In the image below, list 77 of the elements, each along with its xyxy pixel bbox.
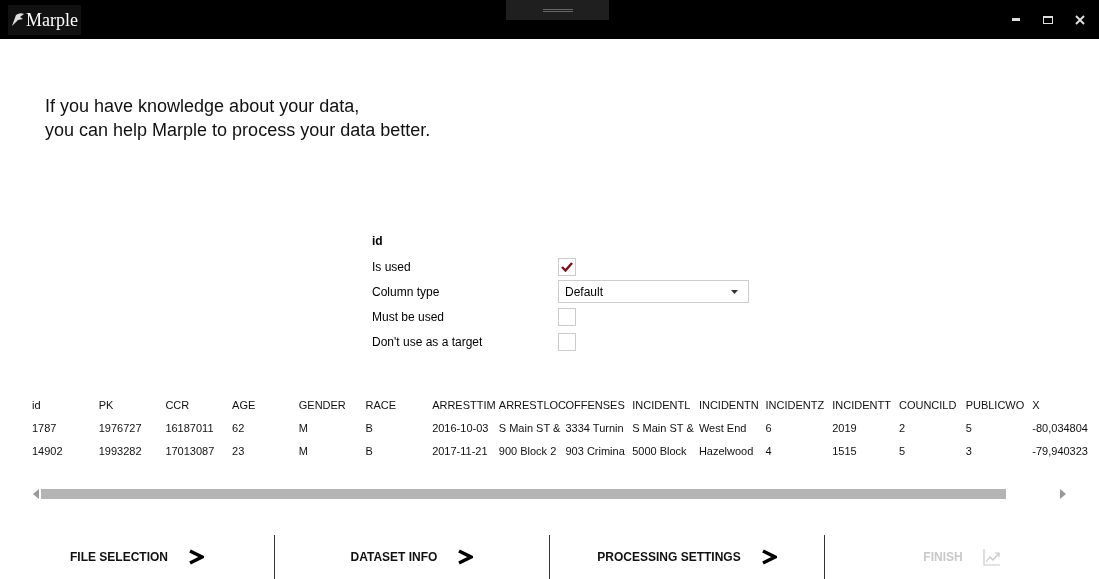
table-cell-text: 2017-11-21 bbox=[432, 444, 489, 460]
chevron-right-icon bbox=[760, 549, 777, 565]
table-cell-text: 2016-10-03 bbox=[432, 421, 490, 437]
table-cell-text: 903 Crimina bbox=[565, 444, 626, 460]
column-header[interactable]: AGE bbox=[232, 397, 299, 414]
column-type-dropdown[interactable]: Default bbox=[558, 280, 749, 303]
intro-text: If you have knowledge about your data, bbox=[45, 95, 360, 118]
column-header[interactable]: ARRESTLOC bbox=[498, 397, 566, 414]
field-label: Column type bbox=[372, 283, 441, 301]
column-header[interactable]: PUBLICWO bbox=[965, 397, 1033, 414]
column-header[interactable]: CCR bbox=[165, 397, 233, 414]
table-cell-text: 3334 Turnin bbox=[565, 421, 625, 437]
table-cell-text: Hazelwood bbox=[698, 444, 755, 460]
table-cell-text: 5 bbox=[965, 421, 973, 437]
step-button[interactable]: FILE SELECTION bbox=[70, 548, 204, 566]
table-cell-text: 2019 bbox=[832, 421, 858, 437]
column-header[interactable]: ARRESTTIM bbox=[432, 397, 499, 414]
table-cell-text: 23 bbox=[232, 444, 246, 460]
table-cell-text: 3 bbox=[965, 444, 973, 460]
intro-text: you can help Marple to process your data better. bbox=[45, 119, 431, 142]
maximize-icon bbox=[1043, 15, 1053, 24]
table-cell-text: West End bbox=[698, 421, 748, 437]
table-cell-text: 6 bbox=[765, 421, 773, 437]
chevron-right-icon bbox=[188, 549, 204, 565]
scrollbar-thumb[interactable] bbox=[41, 489, 1006, 499]
scroll-right-icon[interactable] bbox=[1060, 489, 1066, 499]
table-cell-text: S Main ST & bbox=[498, 421, 562, 437]
drag-handle[interactable] bbox=[506, 0, 609, 20]
column-header[interactable]: INCIDENTT bbox=[832, 397, 899, 414]
chart-icon bbox=[982, 548, 1001, 566]
column-name: id bbox=[372, 233, 384, 250]
table-cell-text: 5 bbox=[898, 444, 907, 460]
table-cell-text: 1515 bbox=[832, 444, 858, 460]
bird-icon bbox=[11, 11, 25, 28]
table-cell-text: 4 bbox=[765, 444, 773, 460]
table-cell-text: 900 Block 2 bbox=[498, 444, 558, 460]
minimize-icon bbox=[1012, 18, 1020, 21]
field-label: Is used bbox=[372, 258, 412, 276]
column-header[interactable]: X bbox=[1032, 397, 1099, 414]
close-icon bbox=[1075, 14, 1085, 25]
chevron-right-icon bbox=[457, 549, 474, 565]
column-header[interactable]: OFFENSES bbox=[565, 397, 633, 414]
column-header[interactable]: INCIDENTZ bbox=[765, 397, 833, 414]
window-title: Marple bbox=[26, 10, 78, 29]
table-cell-text: S Main ST & bbox=[632, 421, 695, 437]
table-cell-text: 17013087 bbox=[165, 444, 216, 460]
table-cell-text: -79,940323 bbox=[1032, 444, 1089, 460]
checkbox[interactable] bbox=[558, 332, 576, 351]
table-cell-text: 62 bbox=[232, 421, 246, 437]
table-cell-text: B bbox=[365, 444, 374, 460]
column-header[interactable]: INCIDENTL bbox=[632, 397, 699, 414]
column-header[interactable]: INCIDENTN bbox=[698, 397, 766, 414]
step-button[interactable]: PROCESSING SETTINGS bbox=[597, 548, 777, 566]
caret-icon bbox=[731, 289, 738, 294]
step-button[interactable]: DATASET INFO bbox=[350, 548, 474, 566]
field-label: Must be used bbox=[372, 308, 446, 326]
check-icon bbox=[561, 261, 573, 272]
table-cell-text: -80,034804 bbox=[1032, 421, 1089, 437]
table-cell-text: 16187011 bbox=[165, 421, 215, 437]
table-cell-text: 1976727 bbox=[98, 421, 143, 437]
table-cell-text: M bbox=[298, 444, 309, 460]
column-header[interactable]: RACE bbox=[365, 397, 433, 414]
table-cell-text: 14902 bbox=[32, 444, 64, 460]
checkbox[interactable] bbox=[558, 257, 576, 276]
table-cell-text: 1787 bbox=[32, 421, 58, 437]
table-cell-text: 2 bbox=[898, 421, 907, 437]
column-header[interactable]: COUNCILD bbox=[898, 397, 966, 414]
checkbox[interactable] bbox=[558, 307, 576, 326]
field-label: Don't use as a target bbox=[372, 333, 484, 351]
column-header[interactable]: GENDER bbox=[298, 397, 366, 414]
scroll-left-icon[interactable] bbox=[33, 489, 39, 499]
table-cell-text: B bbox=[365, 421, 374, 437]
table-cell-text: 5000 Block bbox=[632, 444, 688, 460]
column-header[interactable]: id bbox=[32, 397, 99, 414]
table-cell-text: 1993282 bbox=[98, 444, 143, 460]
table-cell-text: M bbox=[298, 421, 309, 437]
column-header[interactable]: PK bbox=[98, 397, 166, 414]
